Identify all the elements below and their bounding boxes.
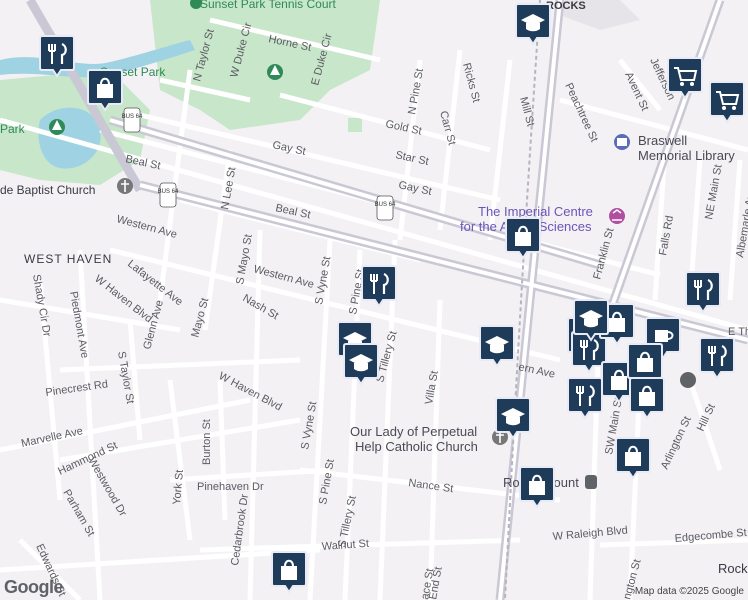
poi-marker-shopping-cart[interactable] [667,57,703,100]
map-attribution: Map data ©2025 Google [634,586,744,597]
poi-marker-school[interactable] [573,299,609,342]
poi-marker-school[interactable] [495,397,531,440]
poi-marker-shopping[interactable] [505,217,541,260]
poi-marker-shopping[interactable] [519,466,555,509]
poi-marker-shopping[interactable] [87,69,123,112]
poi-marker-shopping[interactable] [271,551,307,594]
poi-marker-restaurant[interactable] [361,265,397,308]
map-canvas[interactable]: BUS 64 BUS 64 BUS 64 Horne St N Taylor S… [0,0,748,600]
poi-marker-school[interactable] [515,3,551,46]
poi-marker-school[interactable] [343,343,379,386]
google-logo: Google [4,577,64,597]
poi-marker-restaurant[interactable] [699,337,735,380]
poi-marker-restaurant[interactable] [685,271,721,314]
poi-marker-restaurant[interactable] [567,377,603,420]
poi-marker-school[interactable] [479,325,515,368]
poi-marker-shopping-cart[interactable] [709,81,745,124]
poi-marker-shopping[interactable] [629,377,665,420]
markers-layer [39,3,745,594]
poi-marker-shopping[interactable] [615,437,651,480]
poi-marker-restaurant[interactable] [39,35,75,78]
